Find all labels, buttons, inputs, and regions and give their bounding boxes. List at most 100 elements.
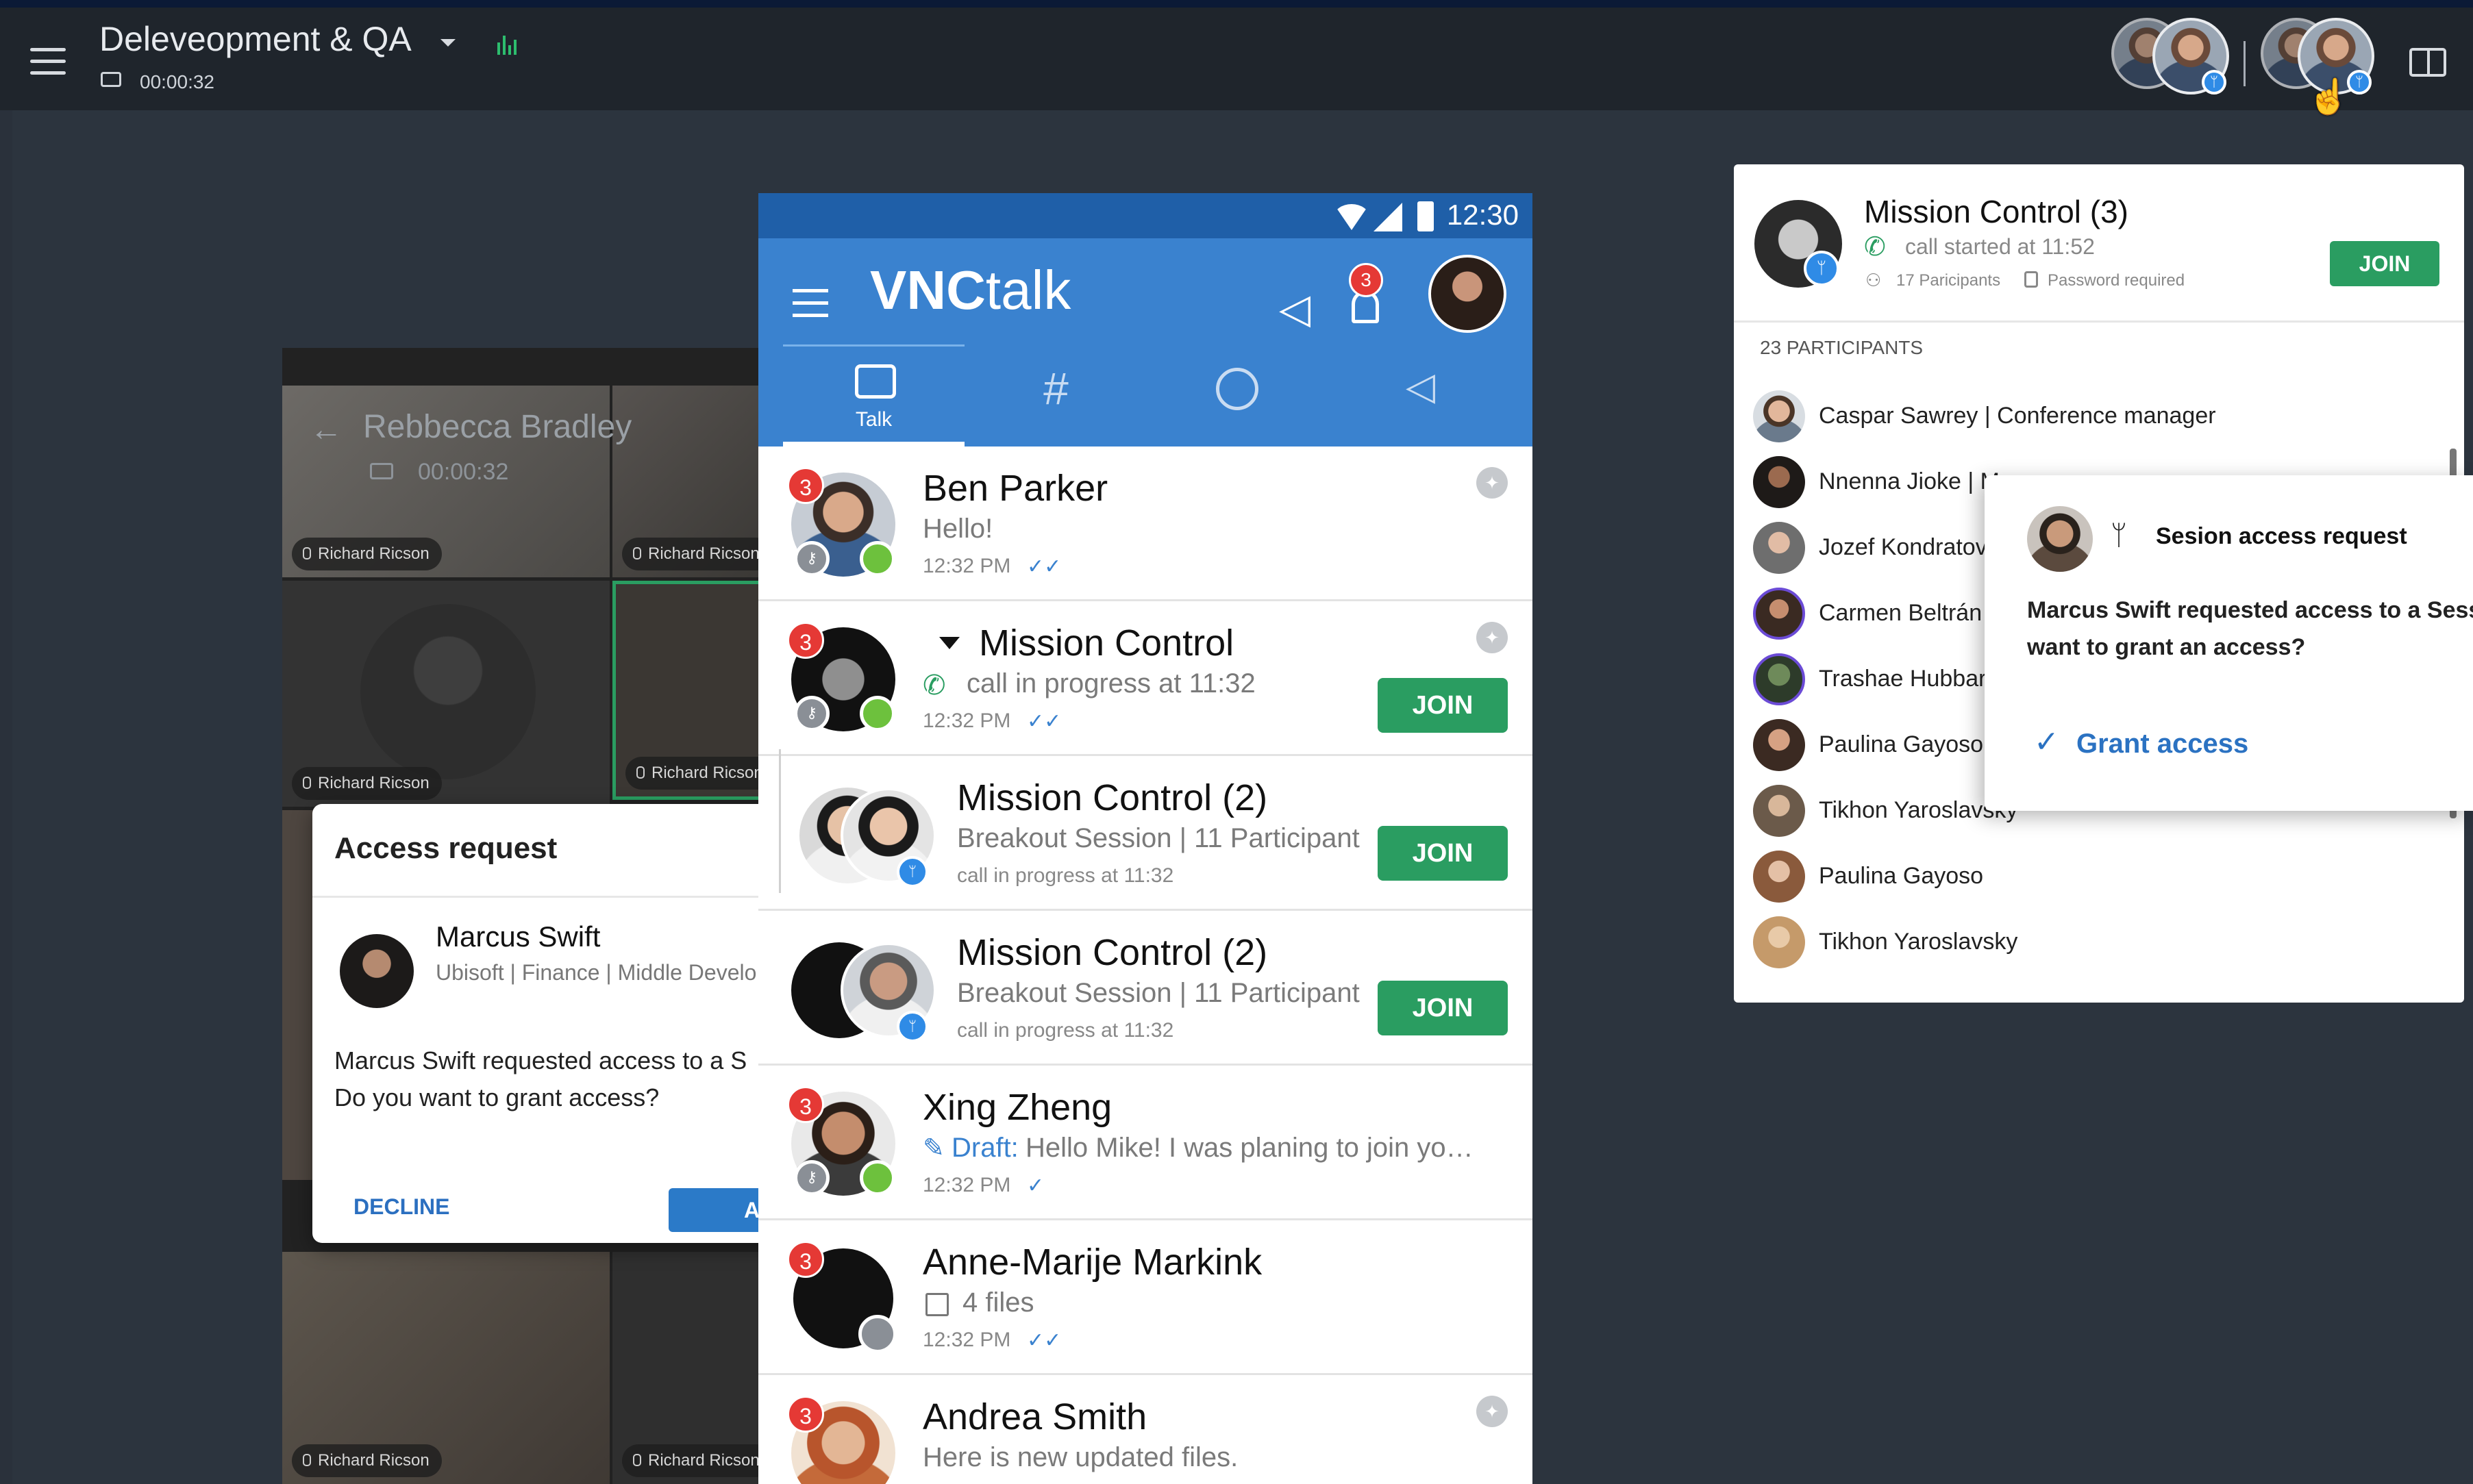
online-status-icon <box>860 541 895 577</box>
avatar <box>1753 719 1805 771</box>
join-button[interactable]: JOIN <box>1378 981 1508 1035</box>
status-bar: 12:30 <box>758 193 1532 238</box>
pin-icon[interactable]: ✦ <box>1476 1396 1508 1427</box>
avatar <box>1753 653 1805 705</box>
chat-list-item[interactable]: 3 Anne-Marije Markink 4 files 12:32 PM ✓… <box>758 1220 1532 1375</box>
phone-icon: ✆ <box>1864 233 1886 262</box>
side-panel-icon[interactable] <box>2409 48 2446 77</box>
join-button[interactable]: JOIN <box>2330 241 2439 286</box>
pin-icon[interactable]: ✦ <box>1476 467 1508 499</box>
video-tile[interactable]: Richard Ricson <box>612 386 762 577</box>
divider <box>1734 320 2464 323</box>
popover-message: Marcus Swift requested access to a Sessi… <box>2027 597 2473 660</box>
participant-label: Richard Ricson <box>622 538 762 570</box>
chat-list-item[interactable]: ᛘ Mission Control (2) Breakout Session |… <box>758 911 1532 1066</box>
participant-name: Nnenna Jioke | M <box>1819 468 2000 494</box>
audio-level-icon <box>497 34 517 55</box>
decline-button[interactable]: DECLINE <box>353 1194 449 1220</box>
read-check-icon: ✓✓ <box>1027 1329 1062 1352</box>
back-arrow-icon[interactable]: ← <box>310 411 343 449</box>
video-tile[interactable]: Richard Ricson <box>612 1252 762 1484</box>
chat-time: 12:32 PM <box>923 1174 1011 1196</box>
pin-icon[interactable]: ✦ <box>1476 622 1508 653</box>
chevron-down-icon[interactable] <box>939 637 960 649</box>
participant-name: Caspar Sawrey | Conference manager <box>1819 403 2216 429</box>
chat-list-item[interactable]: ᛘ Mission Control (2) Breakout Session |… <box>758 749 1532 911</box>
avatar <box>1753 390 1805 442</box>
chat-list-item[interactable]: 3 ⚷ Xing Zheng ✎ Draft: Hello Mike! I wa… <box>758 1066 1532 1220</box>
participant-label: Richard Ricson <box>622 1444 762 1477</box>
app-logo: VNCtalk <box>870 260 1071 320</box>
tab-channels[interactable]: # <box>965 344 1147 447</box>
join-button[interactable]: JOIN <box>1378 678 1508 733</box>
chat-list-item[interactable]: 3 ⚷ Mission Control ✆ call in progress a… <box>758 601 1532 756</box>
participant-name: Jozef Kondratov <box>1819 534 1987 560</box>
broadcast-icon: ◁ <box>1405 364 1436 407</box>
breakout-icon: ᛘ <box>2202 70 2226 95</box>
menu-icon[interactable] <box>30 48 66 75</box>
call-status: call in progress at 11:32 <box>957 1019 1174 1042</box>
dialog-title: Access request <box>334 831 558 865</box>
participant-label: Richard Ricson <box>292 538 442 570</box>
notification-badge: 3 <box>1349 263 1383 297</box>
check-icon: ✓ <box>2034 725 2059 759</box>
group-icon <box>858 1315 897 1353</box>
avatar <box>1753 916 1805 968</box>
video-tile[interactable]: Richard Ricson <box>282 581 610 807</box>
lock-icon <box>2024 271 2038 288</box>
chat-preview: call in progress at 11:32 <box>967 668 1256 699</box>
chat-preview: Breakout Session | 11 Participant <box>957 823 1360 853</box>
chat-list-item[interactable]: 3 Andrea Smith Here is new updated files… <box>758 1375 1532 1484</box>
unread-badge: 3 <box>787 622 824 659</box>
session-access-popover: ᛘ Sesion access request Marcus Swift req… <box>1985 475 2473 811</box>
conference-title[interactable]: Deleveopment & QA <box>99 19 412 59</box>
sent-check-icon: ✓ <box>1027 1174 1045 1197</box>
tab-talk[interactable]: Talk <box>783 344 965 447</box>
signal-icon <box>1374 203 1402 231</box>
hashtag-icon: # <box>1043 363 1069 414</box>
chat-preview: Here is new updated files. <box>923 1442 1239 1472</box>
access-request-dialog: Access request Marcus Swift Ubisoft | Fi… <box>312 804 792 1243</box>
join-button[interactable]: JOIN <box>1378 826 1508 881</box>
wifi-icon <box>1334 204 1369 230</box>
tab-contacts[interactable] <box>1147 344 1329 447</box>
read-check-icon: ✓✓ <box>1027 555 1062 578</box>
top-accent-strip <box>0 0 2473 8</box>
unread-badge: 3 <box>787 1086 824 1123</box>
video-tile[interactable]: Richard Ricson <box>282 1252 610 1484</box>
participant-label: Richard Ricson <box>292 1444 442 1477</box>
contacts-icon <box>1216 368 1258 410</box>
participant-name: Trashae Hubbar <box>1819 666 1987 692</box>
menu-icon[interactable] <box>793 289 828 317</box>
tab-broadcast[interactable]: ◁ <box>1330 344 1511 447</box>
call-title: Mission Control (3) <box>1864 194 2128 229</box>
unread-badge: 3 <box>787 467 824 504</box>
chat-preview: 4 files <box>962 1287 1034 1318</box>
breakout-icon: ᛘ <box>1804 251 1839 286</box>
divider <box>312 896 792 898</box>
breakout-icon: ᛘ <box>897 856 928 888</box>
avatar <box>1753 851 1805 903</box>
megaphone-icon[interactable]: ◁ <box>1279 285 1310 333</box>
chat-list-item[interactable]: 3 ⚷ Ben Parker Hello! 12:32 PM ✓✓ ✦ <box>758 447 1532 601</box>
key-icon: ⚷ <box>794 696 830 731</box>
avatar-placeholder <box>360 604 536 779</box>
breakout-icon: ᛘ <box>2111 520 2127 551</box>
password-meta: Password required <box>2048 271 2185 290</box>
participants-icon: ⚇ <box>1865 270 1882 290</box>
grant-access-button[interactable]: Grant access <box>2076 729 2248 759</box>
phone-icon: ✆ <box>923 670 946 701</box>
participants-meta: 17 Paricipants <box>1896 271 2001 290</box>
chat-preview: Breakout Session | 11 Participant <box>957 978 1360 1008</box>
caller-name: Rebbecca Bradley <box>363 409 632 445</box>
avatar <box>340 934 414 1008</box>
tab-label: Talk <box>855 408 893 431</box>
participant-name: Paulina Gayoso <box>1819 731 1984 757</box>
call-started: call started at 11:52 <box>1905 234 2095 259</box>
profile-avatar[interactable] <box>1428 255 1506 333</box>
chevron-down-icon[interactable] <box>440 39 456 47</box>
chat-time: 12:32 PM <box>923 555 1011 577</box>
chat-name: Xing Zheng <box>923 1087 1113 1128</box>
video-tile-speaking[interactable]: Richard Ricson <box>612 581 762 800</box>
avatar <box>1753 456 1805 508</box>
